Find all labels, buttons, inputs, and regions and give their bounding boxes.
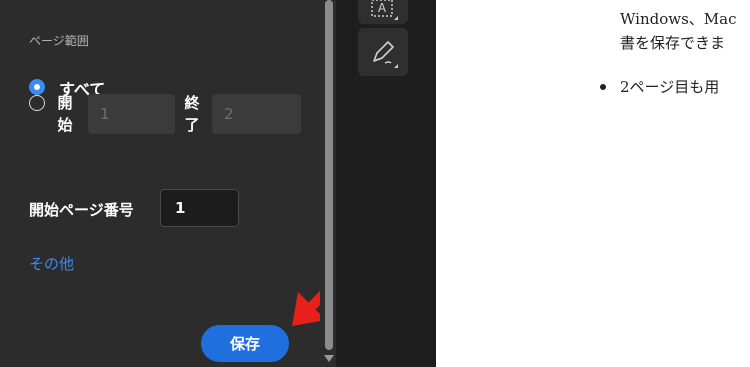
more-options-link[interactable]: その他 [29,253,74,274]
range-end-field[interactable]: 2 [212,94,301,134]
start-page-label: 開始ページ番号 [29,201,134,219]
scroll-down-icon[interactable] [324,355,334,362]
text-box-tool[interactable]: A [358,0,408,24]
range-end-char-1: 終 [184,94,200,112]
panel-scrollbar[interactable] [320,0,336,367]
doc-line-2: 書を保存できま [620,34,726,52]
doc-bullet-text: 2ページ目も用 [620,78,720,96]
radio-range-label[interactable]: 開 始 [57,92,73,136]
tool-sidebar: A [336,0,436,367]
start-page-field[interactable]: 1 [160,189,239,227]
edit-tool[interactable] [358,28,408,76]
range-end-label: 終 了 [184,92,200,136]
range-start-field[interactable]: 1 [88,94,175,134]
pen-edit-icon [373,41,398,68]
doc-line-1: Windows、Mac [620,10,737,28]
radio-all-pages[interactable] [29,79,45,95]
radio-page-range[interactable] [29,95,45,111]
bullet-dot [600,84,606,90]
print-options-panel: ページ範囲 すべて 開 始 1 終 了 2 開始ページ番号 1 その他 保存 [0,0,353,367]
text-box-icon: A [371,0,398,20]
page-range-label: ページ範囲 [29,34,89,48]
range-label-start-char-2: 始 [57,116,73,134]
save-button[interactable]: 保存 [201,325,289,362]
svg-text:A: A [378,1,387,15]
range-end-char-2: 了 [184,116,200,134]
scroll-thumb[interactable] [325,0,333,350]
range-label-start-char: 開 [57,94,73,112]
